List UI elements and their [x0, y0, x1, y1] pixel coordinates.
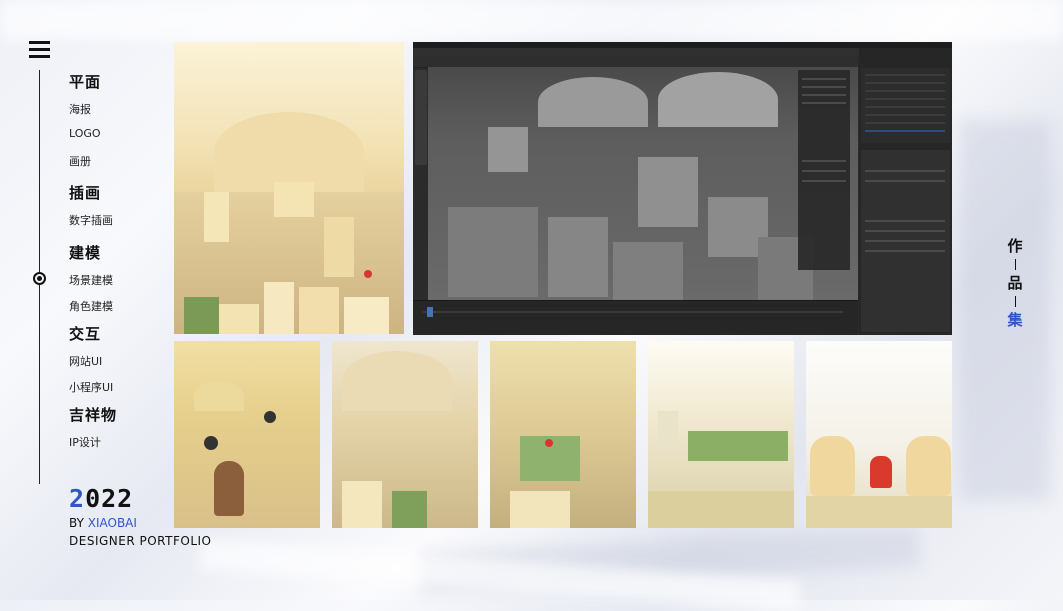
render-thumbnail-3[interactable] — [490, 341, 636, 528]
prop-row — [865, 180, 945, 182]
building-block — [274, 182, 314, 217]
render-thumbnail-4[interactable] — [648, 341, 794, 528]
title-divider — [1014, 296, 1016, 307]
building-block — [299, 287, 339, 334]
grey-block — [548, 217, 608, 297]
nav-item-miniprogram-ui[interactable]: 小程序UI — [69, 379, 113, 395]
building-block — [264, 282, 294, 334]
author-line: BY XIAOBAI — [69, 516, 137, 530]
playhead — [427, 307, 433, 317]
nav-item-scene-modeling[interactable]: 场景建模 — [69, 272, 113, 288]
nav-item-website-ui[interactable]: 网站UI — [69, 353, 102, 369]
building-block — [510, 491, 570, 528]
outliner-row — [865, 114, 945, 116]
nav-category-modeling[interactable]: 建模 — [69, 242, 101, 263]
prop-row — [865, 170, 945, 172]
building-block — [344, 297, 389, 334]
scene-render-main[interactable] — [174, 42, 404, 334]
title-char-2: 品 — [1007, 274, 1023, 292]
outliner-row — [865, 122, 945, 124]
prop-row — [865, 250, 945, 252]
year-label: 2022 — [69, 484, 133, 513]
panel-row — [802, 102, 846, 104]
outliner-row — [865, 82, 945, 84]
ground — [806, 496, 952, 528]
prop-row — [865, 220, 945, 222]
render-thumbnail-2[interactable] — [332, 341, 478, 528]
red-character — [870, 456, 892, 488]
spiky-ball — [204, 436, 218, 450]
dome-shape — [538, 77, 648, 127]
outliner-row-selected — [865, 130, 945, 132]
brown-character — [214, 461, 244, 516]
nav-item-digital-illustration[interactable]: 数字插画 — [69, 212, 113, 228]
dome-shape — [342, 351, 452, 411]
panel-row — [802, 86, 846, 88]
yellow-character — [810, 436, 855, 496]
blender-sidebar-panel — [798, 70, 850, 270]
grey-block — [613, 242, 683, 300]
author-name: XIAOBAI — [87, 516, 137, 530]
panel-row — [802, 94, 846, 96]
dome-shape — [194, 381, 244, 411]
title-char-3: 集 — [1007, 311, 1023, 329]
nav-category-mascot[interactable]: 吉祥物 — [69, 404, 117, 425]
nav-category-illustration[interactable]: 插画 — [69, 182, 101, 203]
render-thumbnail-1[interactable] — [174, 341, 320, 528]
nav-item-poster[interactable]: 海报 — [69, 101, 91, 117]
building-block — [342, 481, 382, 528]
green-block — [184, 297, 219, 334]
spiky-ball — [264, 411, 276, 423]
blender-viewport-screenshot[interactable] — [413, 42, 952, 335]
building-block — [324, 217, 354, 277]
blender-properties-panel — [861, 150, 950, 332]
panel-row — [802, 78, 846, 80]
nav-category-graphic[interactable]: 平面 — [69, 71, 101, 92]
portfolio-subtitle: DESIGNER PORTFOLIO — [69, 534, 212, 548]
outliner-row — [865, 106, 945, 108]
yellow-character — [906, 436, 951, 496]
section-title-vertical: 作 品 集 — [1004, 236, 1026, 330]
current-section-marker — [33, 272, 46, 285]
nav-item-logo[interactable]: LOGO — [69, 127, 101, 140]
nav-item-character-modeling[interactable]: 角色建模 — [69, 298, 113, 314]
outliner-row — [865, 98, 945, 100]
prop-row — [865, 230, 945, 232]
ground — [648, 491, 794, 528]
dome-shape — [658, 72, 778, 127]
render-thumbnail-5[interactable] — [806, 341, 952, 528]
title-divider — [1014, 259, 1016, 270]
title-char-1: 作 — [1007, 237, 1023, 255]
panel-row — [802, 180, 846, 182]
green-block — [392, 491, 427, 528]
blender-3d-viewport — [428, 67, 858, 300]
blender-toolbar — [415, 70, 427, 165]
outliner-row — [865, 90, 945, 92]
green-train — [688, 431, 788, 461]
year-rest-digits: 022 — [85, 484, 134, 513]
grey-block — [448, 207, 538, 297]
panel-row — [802, 170, 846, 172]
timeline-ruler — [423, 311, 843, 313]
panel-row — [802, 160, 846, 162]
building-block — [204, 192, 229, 242]
blender-timeline — [413, 300, 858, 335]
dome-shape — [214, 112, 364, 192]
red-character — [364, 270, 372, 278]
blender-outliner — [861, 68, 950, 143]
grey-block — [638, 157, 698, 227]
nav-item-ip-design[interactable]: IP设计 — [69, 434, 101, 450]
nav-category-interaction[interactable]: 交互 — [69, 323, 101, 344]
blender-properties-area — [859, 48, 952, 335]
tower — [658, 411, 678, 451]
prop-row — [865, 240, 945, 242]
year-first-digit: 2 — [69, 484, 86, 513]
menu-icon[interactable] — [29, 41, 50, 58]
outliner-row — [865, 74, 945, 76]
building-block — [219, 304, 259, 334]
red-character — [545, 439, 553, 447]
nav-item-brochure[interactable]: 画册 — [69, 153, 91, 169]
grey-block — [488, 127, 528, 172]
author-prefix: BY — [69, 516, 88, 530]
